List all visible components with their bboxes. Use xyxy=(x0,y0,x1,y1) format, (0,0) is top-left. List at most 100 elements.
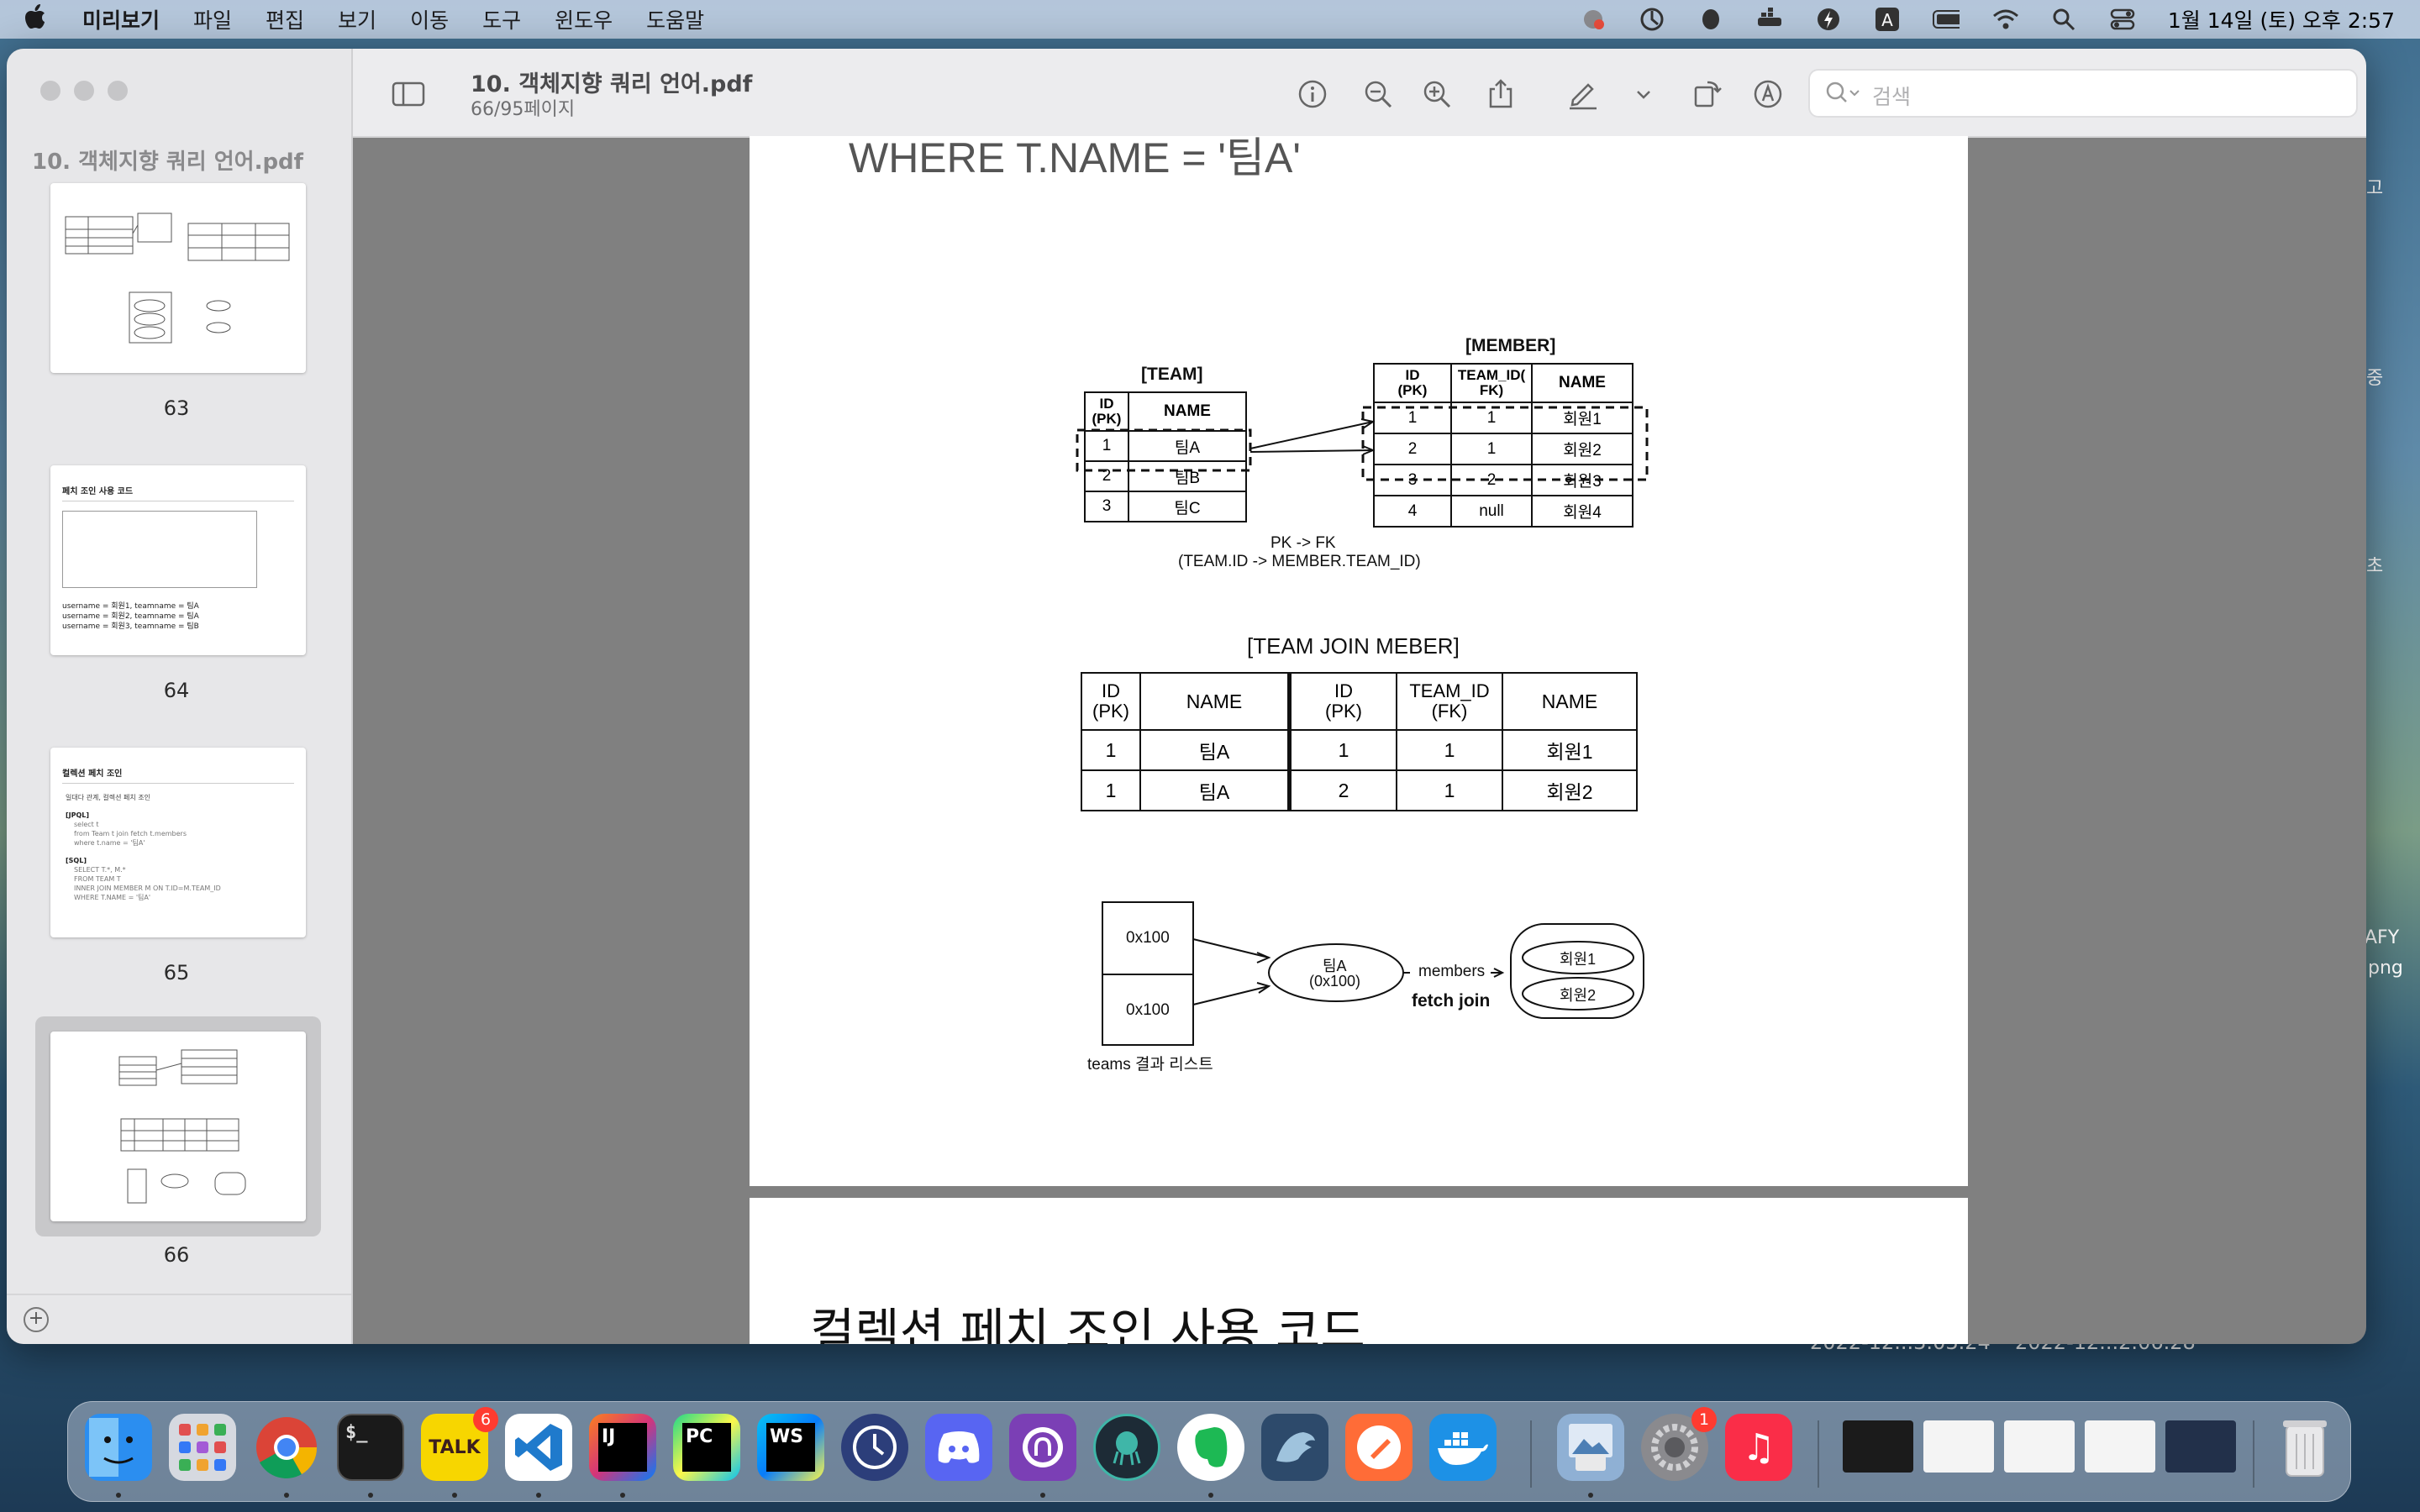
zoom-in-icon[interactable] xyxy=(1420,77,1454,111)
thumbnail-line: select t xyxy=(74,821,99,828)
desktop-label: AFY xyxy=(2365,927,2400,948)
page-thumbnail-65[interactable]: 컬렉션 페치 조인 일대다 관계, 컬렉션 페치 조인 [JPQL] selec… xyxy=(50,748,306,937)
minimized-window-terminal[interactable] xyxy=(1843,1420,1913,1473)
thumbnail-line: SELECT T.*, M.* xyxy=(74,866,126,874)
launchpad-icon[interactable] xyxy=(169,1414,236,1481)
thumbnail-line: [JPQL] xyxy=(66,811,90,819)
thumbnail-title: 페치 조인 사용 코드 xyxy=(62,487,134,496)
thumbnail-line: 일대다 관계, 컬렉션 페치 조인 xyxy=(66,794,151,801)
music-icon[interactable]: ♫ xyxy=(1725,1414,1792,1481)
clock-app-icon[interactable] xyxy=(841,1414,908,1481)
apple-menu-icon[interactable] xyxy=(12,3,59,35)
thumbnail-line: username = 회원1, teamname = 팀A xyxy=(62,602,199,611)
menu-go[interactable]: 이동 xyxy=(410,4,449,34)
spotlight-search-icon[interactable] xyxy=(2050,8,2077,31)
preview-window: 10. 객체지향 쿼리 언어.pdf 63 페치 조인 사용 코드 userna… xyxy=(7,49,2366,1344)
battery-charge-status-icon[interactable] xyxy=(1815,8,1842,31)
fetch-join-label: fetch join xyxy=(1412,991,1491,1011)
search-placeholder: 검색 xyxy=(1872,85,1912,109)
status-area: A 1월 14일 (토) 오후 2:57 xyxy=(1580,0,2395,39)
share-icon[interactable] xyxy=(1484,77,1518,111)
search-icon xyxy=(1825,81,1862,109)
desktop-label: 초 xyxy=(2366,556,2384,577)
menu-edit[interactable]: 편집 xyxy=(266,4,304,34)
chrome-icon[interactable] xyxy=(253,1414,320,1481)
mysql-workbench-icon[interactable] xyxy=(1261,1414,1328,1481)
minimized-window-chrome[interactable] xyxy=(1923,1420,1994,1473)
rotate-icon[interactable] xyxy=(1691,77,1724,111)
minimized-window-evernote[interactable] xyxy=(2085,1420,2155,1473)
webstorm-icon[interactable]: WS xyxy=(757,1414,824,1481)
thumbnail-line: username = 회원3, teamname = 팀B xyxy=(62,622,199,631)
kakaotalk-badge: 6 xyxy=(473,1407,498,1432)
desktop-label: 고 xyxy=(2366,178,2384,199)
preview-app-icon[interactable] xyxy=(1557,1414,1624,1481)
toolbar: 10. 객체지향 쿼리 언어.pdf 66/95페이지 검색 xyxy=(353,49,2366,138)
menu-clock[interactable]: 1월 14일 (토) 오후 2:57 xyxy=(2168,4,2395,34)
docker-status-icon[interactable] xyxy=(1756,8,1783,31)
menu-help[interactable]: 도움말 xyxy=(646,4,704,34)
vpn-status-icon[interactable] xyxy=(1639,8,1665,31)
markup-menu-chevron-icon[interactable] xyxy=(1627,77,1660,111)
page-indicator: 66/95페이지 xyxy=(471,99,576,120)
postman-icon[interactable] xyxy=(1345,1414,1413,1481)
intellij-idea-icon[interactable]: IJ xyxy=(589,1414,656,1481)
entity-address: (0x100) xyxy=(1309,973,1361,990)
members-label: members xyxy=(1418,963,1486,980)
page-text: WHERE T.NAME = '팀A' xyxy=(849,136,1301,181)
sidebar-toggle-icon[interactable] xyxy=(392,77,425,111)
thumbnail-page-number: 65 xyxy=(163,961,190,984)
document-page-66: [TEAM] ID (PK) NAME 1 팀A 2 팀B 3 팀C [MEMBER] … xyxy=(750,270,1968,1186)
minimize-window-button[interactable] xyxy=(74,81,94,101)
zoom-window-button[interactable] xyxy=(108,81,128,101)
system-preferences-badge: 1 xyxy=(1691,1407,1717,1432)
input-source-icon[interactable]: A xyxy=(1874,8,1901,31)
notification-status-icon[interactable] xyxy=(1580,8,1607,31)
thumbnail-line: INNER JOIN MEMBER M ON T.ID=M.TEAM_ID xyxy=(74,885,221,892)
desktop-label: png xyxy=(2368,958,2403,979)
fetch-join-diagram xyxy=(1102,901,1644,1046)
trash-icon[interactable] xyxy=(2271,1414,2338,1481)
zoom-out-icon[interactable] xyxy=(1361,77,1395,111)
menu-window[interactable]: 윈도우 xyxy=(555,4,613,34)
ref-cell: 0x100 xyxy=(1126,929,1170,947)
annotate-icon[interactable] xyxy=(1751,77,1785,111)
thumbnail-line: where t.name = '팀A' xyxy=(74,839,145,847)
menu-app-name[interactable]: 미리보기 xyxy=(82,4,160,34)
thumbnail-line: [SQL] xyxy=(66,857,87,864)
add-page-button[interactable]: + xyxy=(24,1307,49,1332)
vscode-icon[interactable] xyxy=(505,1414,572,1481)
menu-file[interactable]: 파일 xyxy=(193,4,232,34)
member-object: 회원1 xyxy=(1560,951,1597,968)
info-icon[interactable] xyxy=(1296,77,1329,111)
page-thumbnail-63[interactable] xyxy=(50,183,306,373)
sidebar-document-title: 10. 객체지향 쿼리 언어.pdf xyxy=(32,150,303,175)
thumbnail-line: WHERE T.NAME = '팀A' xyxy=(74,894,151,901)
search-field[interactable]: 검색 xyxy=(1808,69,2358,118)
thumbnail-line: FROM TEAM T xyxy=(74,875,121,883)
control-center-icon[interactable] xyxy=(2109,8,2136,31)
minimized-window-github[interactable] xyxy=(2004,1420,2075,1473)
evernote-icon[interactable] xyxy=(1177,1414,1244,1481)
finder-icon[interactable] xyxy=(85,1414,152,1481)
docker-icon[interactable] xyxy=(1429,1414,1497,1481)
menu-tools[interactable]: 도구 xyxy=(482,4,521,34)
github-desktop-icon[interactable] xyxy=(1009,1414,1076,1481)
minimized-window-clock[interactable] xyxy=(2165,1420,2236,1473)
markup-pen-icon[interactable] xyxy=(1566,77,1600,111)
close-window-button[interactable] xyxy=(40,81,60,101)
page-thumbnail-66[interactable] xyxy=(50,1032,306,1221)
discord-icon[interactable] xyxy=(925,1414,992,1481)
battery-icon[interactable] xyxy=(1932,8,1960,31)
wifi-icon[interactable] xyxy=(1991,8,2018,31)
ref-cell: 0x100 xyxy=(1126,1001,1170,1019)
page-thumbnail-64[interactable]: 페치 조인 사용 코드 username = 회원1, teamname = 팀… xyxy=(50,465,306,655)
desktop-label: 중 xyxy=(2366,368,2384,389)
evernote-status-icon[interactable] xyxy=(1697,8,1724,31)
menu-view[interactable]: 보기 xyxy=(338,4,376,34)
pycharm-icon[interactable]: PC xyxy=(673,1414,740,1481)
thumbnail-title: 컬렉션 페치 조인 xyxy=(62,769,123,779)
thumbnail-sidebar: 10. 객체지향 쿼리 언어.pdf 63 페치 조인 사용 코드 userna… xyxy=(7,49,353,1344)
terminal-icon[interactable]: $_ xyxy=(337,1414,404,1481)
gitkraken-icon[interactable] xyxy=(1093,1414,1160,1481)
